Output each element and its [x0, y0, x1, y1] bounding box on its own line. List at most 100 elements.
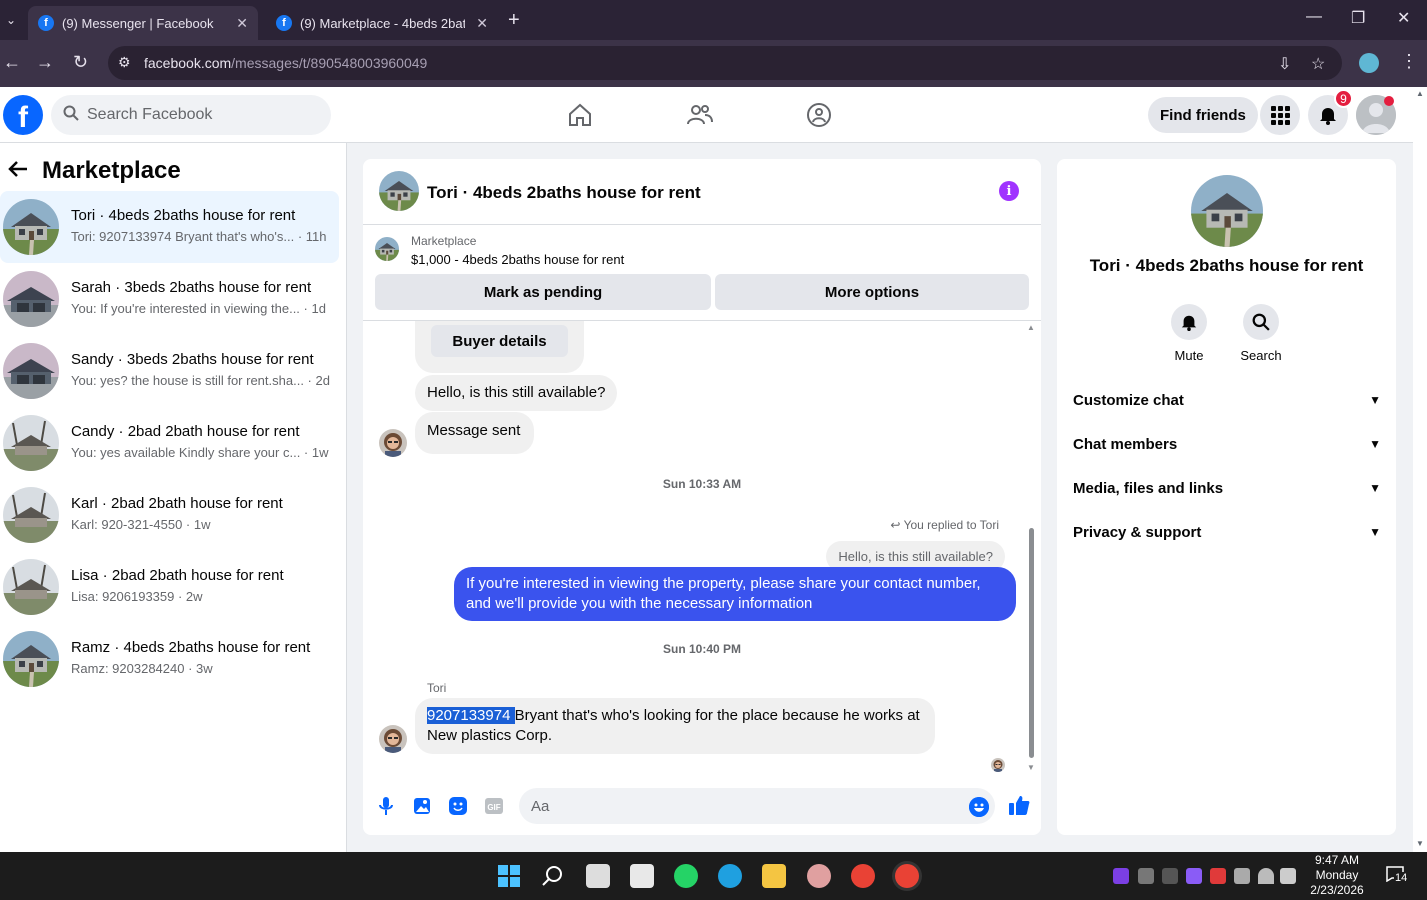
incoming-message[interactable]: 9207133974 Bryant that's who's looking f… [415, 698, 935, 754]
scroll-down-icon[interactable]: ▼ [1027, 763, 1035, 772]
page-scrollbar[interactable]: ▲ ▼ [1413, 87, 1427, 852]
chrome-icon[interactable] [851, 864, 875, 888]
privacy-support-row[interactable]: Privacy & support ▼ [1073, 510, 1381, 554]
scrollbar-thumb[interactable] [1029, 528, 1034, 758]
friends-icon[interactable] [686, 101, 714, 129]
mute-button[interactable]: Mute [1159, 304, 1219, 363]
conversation-title: Sandy · 3beds 2baths house for rent [71, 351, 314, 368]
customize-chat-row[interactable]: Customize chat ▼ [1073, 378, 1381, 422]
whatsapp-icon[interactable] [674, 864, 698, 888]
chat-title[interactable]: Tori · 4beds 2baths house for rent [427, 183, 701, 203]
reload-icon[interactable]: ↻ [73, 52, 88, 73]
incoming-message[interactable]: Message sent [415, 412, 535, 454]
chat-header: Tori · 4beds 2baths house for rent i [363, 159, 1041, 225]
tray-app-icon[interactable] [1210, 868, 1226, 884]
tab-close-icon[interactable]: ✕ [236, 15, 248, 32]
bookmark-star-icon[interactable]: ☆ [1311, 54, 1325, 74]
message-input[interactable] [531, 797, 951, 815]
address-bar[interactable]: ⚙ facebook.com/messages/t/89054800396004… [108, 46, 1342, 80]
more-options-button[interactable]: More options [715, 274, 1029, 310]
groups-icon[interactable] [805, 101, 833, 129]
restore-icon[interactable]: ❐ [1351, 8, 1365, 28]
minimize-icon[interactable]: — [1306, 8, 1322, 26]
search-box[interactable] [51, 95, 331, 135]
find-friends-button[interactable]: Find friends [1148, 97, 1258, 133]
search-in-conversation-button[interactable]: Search [1231, 304, 1291, 363]
system-clock[interactable]: 9:47 AM Monday 2/23/2026 [1308, 853, 1366, 898]
photo-icon[interactable] [412, 796, 432, 816]
tray-app-icon[interactable] [1186, 868, 1202, 884]
new-tab-icon[interactable]: + [508, 9, 520, 32]
task-view-icon[interactable] [586, 864, 610, 888]
battery-icon[interactable] [1234, 868, 1250, 884]
gif-icon[interactable]: GIF [484, 796, 504, 816]
menu-grid-icon[interactable] [1260, 95, 1300, 135]
volume-icon[interactable] [1280, 868, 1296, 884]
chat-members-row[interactable]: Chat members ▼ [1073, 422, 1381, 466]
facebook-logo-icon[interactable]: f [3, 95, 43, 135]
conversation-item[interactable]: Sarah · 3beds 2baths house for rent You:… [0, 263, 339, 335]
edge-icon[interactable] [718, 864, 742, 888]
tori-avatar[interactable] [379, 429, 407, 457]
home-icon[interactable] [566, 101, 594, 129]
sender-name: Tori [427, 681, 447, 695]
replied-to-label: ↩ You replied to Tori [890, 518, 999, 532]
buyer-details-card: Buyer details [415, 321, 584, 373]
scroll-down-icon[interactable]: ▼ [1416, 839, 1424, 848]
chat-avatar[interactable] [379, 171, 419, 211]
conversation-item[interactable]: Karl · 2bad 2bath house for rent Karl: 9… [0, 479, 339, 551]
site-settings-icon[interactable]: ⚙ [118, 54, 131, 71]
listing-thumbnail[interactable] [375, 237, 399, 261]
buyer-details-button[interactable]: Buyer details [431, 325, 568, 357]
details-avatar[interactable] [1191, 175, 1263, 247]
browser-menu-icon[interactable]: ⋮ [1400, 51, 1418, 72]
chrome-active-icon[interactable] [895, 864, 919, 888]
conversation-item[interactable]: Tori · 4beds 2baths house for rent Tori:… [0, 191, 339, 263]
file-explorer-icon[interactable] [762, 864, 786, 888]
tray-app-icon[interactable] [1162, 868, 1178, 884]
facebook-top-nav: f Find friends 9 [0, 87, 1413, 143]
sticker-icon[interactable] [448, 796, 468, 816]
wifi-icon[interactable] [1258, 868, 1274, 884]
microphone-icon[interactable] [376, 796, 396, 816]
thumbs-up-icon[interactable] [1008, 794, 1030, 816]
windows-start-icon[interactable] [497, 864, 521, 888]
message-input-box[interactable] [519, 788, 995, 824]
emoji-icon[interactable] [969, 797, 989, 817]
scroll-up-icon[interactable]: ▲ [1416, 89, 1424, 98]
conversation-item[interactable]: Candy · 2bad 2bath house for rent You: y… [0, 407, 339, 479]
media-files-links-row[interactable]: Media, files and links ▼ [1073, 466, 1381, 510]
conversation-preview: You: yes? the house is still for rent.sh… [71, 373, 330, 388]
tray-app-icon[interactable] [1138, 868, 1154, 884]
tab-close-icon[interactable]: ✕ [476, 15, 488, 32]
notification-center-icon[interactable]: 14 [1386, 866, 1409, 886]
conversation-item[interactable]: Ramz · 4beds 2baths house for rent Ramz:… [0, 623, 339, 695]
scroll-up-icon[interactable]: ▲ [1027, 323, 1035, 332]
browser-tab-messenger[interactable]: f (9) Messenger | Facebook ✕ [28, 6, 258, 40]
clock-day: Monday [1315, 868, 1359, 882]
tori-avatar[interactable] [379, 725, 407, 753]
incoming-message[interactable]: Hello, is this still available? [415, 375, 618, 411]
app-icon[interactable] [807, 864, 831, 888]
mark-as-pending-button[interactable]: Mark as pending [375, 274, 711, 310]
back-arrow-icon[interactable] [8, 158, 28, 184]
tab-search-chevron-icon[interactable]: ⌄ [0, 8, 22, 32]
conversation-item[interactable]: Lisa · 2bad 2bath house for rent Lisa: 9… [0, 551, 339, 623]
browser-profile-avatar[interactable] [1359, 53, 1379, 73]
listing-price[interactable]: $1,000 - 4beds 2baths house for rent [411, 252, 624, 267]
forward-arrow-icon[interactable]: → [36, 52, 54, 73]
search-icon[interactable] [541, 864, 565, 888]
tray-app-icon[interactable] [1113, 868, 1129, 884]
conversation-info-icon[interactable]: i [999, 181, 1019, 201]
conversation-item[interactable]: Sandy · 3beds 2baths house for rent You:… [0, 335, 339, 407]
message-scrollbar[interactable]: ▲ ▼ [1027, 323, 1035, 773]
window-close-icon[interactable]: ✕ [1397, 8, 1410, 28]
install-app-icon[interactable]: ⇩ [1278, 54, 1291, 74]
microsoft-store-icon[interactable] [630, 864, 654, 888]
back-arrow-icon[interactable]: ← [3, 52, 21, 73]
outgoing-message[interactable]: If you're interested in viewing the prop… [454, 567, 1016, 621]
notification-count: 14 [1394, 872, 1409, 884]
browser-tab-marketplace[interactable]: f (9) Marketplace - 4beds 2baths ✕ [266, 6, 498, 40]
sidebar-title: Marketplace [42, 157, 181, 184]
search-input[interactable] [87, 106, 307, 124]
